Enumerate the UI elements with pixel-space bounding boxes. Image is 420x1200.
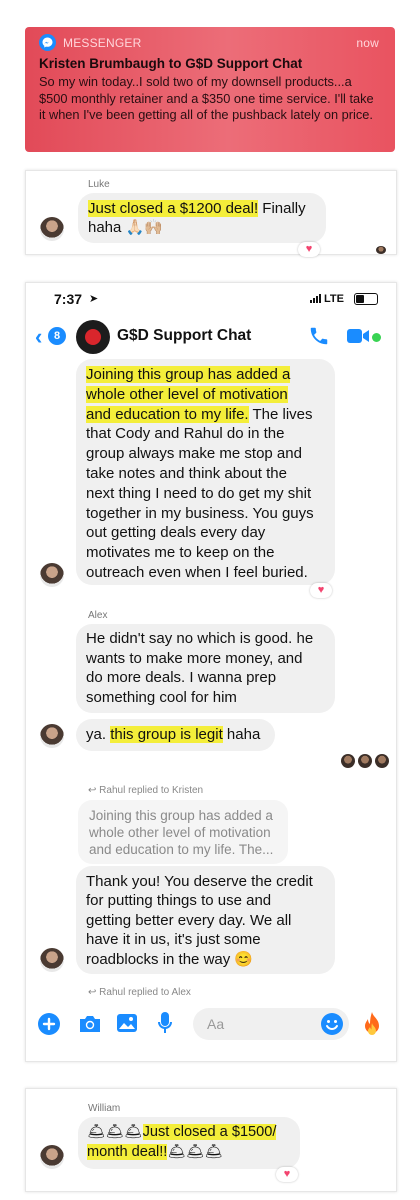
highlighted-text: Joining this group has added a [86, 366, 291, 383]
status-bar: 7:37 ➤ LTE [26, 283, 396, 317]
location-arrow-icon: ➤ [89, 293, 99, 305]
microphone-icon[interactable] [157, 1011, 173, 1035]
bell-emoji-icon: 🛎🛎🛎 [167, 1143, 223, 1160]
seen-avatar [341, 754, 355, 768]
message-text: getting better every day. We all [86, 911, 292, 929]
reply-label-text: Rahul replied to Kristen [99, 785, 204, 796]
message-text: Thank you! You deserve the credit [86, 873, 313, 890]
notification-body: So my win today..I sold two of my downse… [39, 74, 374, 122]
notification-title: Kristen Brumbaugh to G$D Support Chat [39, 56, 303, 71]
quote-text: and education to my life. The... [89, 842, 274, 857]
message-text: motivates me to keep on the [86, 544, 275, 562]
message-bubble[interactable]: Thank you! You deserve the credit for pu… [76, 866, 335, 974]
notification-app-name: MESSENGER [63, 36, 142, 50]
message-text: ya. [86, 726, 111, 743]
message-text: haha 🙏🏻🙌🏼 [88, 219, 163, 236]
plus-icon[interactable] [38, 1013, 60, 1035]
message-text: together in my business. You guys [86, 504, 314, 522]
network-type: LTE [324, 293, 344, 305]
notification-header: MESSENGER now [39, 34, 381, 52]
message-text: do more deals. I wanna prep [86, 669, 277, 686]
message-bubble[interactable]: Just closed a $1200 deal! Finally haha 🙏… [78, 193, 326, 243]
seen-avatar [358, 754, 372, 768]
message-text: outreach even when I feel buried. [86, 563, 308, 581]
avatar [40, 948, 64, 972]
emoji-icon[interactable] [320, 1012, 344, 1036]
message-bubble[interactable]: ya. this group is legit haha [76, 719, 275, 751]
message-text: next thing I need to do get my shit [86, 484, 312, 502]
battery-icon [354, 293, 378, 305]
seen-avatar [375, 754, 389, 768]
message-text: out getting deals every day [86, 524, 266, 542]
message-input-placeholder: Aa [207, 1016, 225, 1032]
message-text: for putting things to use and [86, 892, 272, 910]
camera-icon[interactable] [78, 1014, 102, 1034]
reply-arrow-icon: ↩ [88, 987, 100, 998]
highlighted-text: Just closed a $1200 deal! [88, 200, 259, 217]
bell-emoji-icon: 🛎🛎🛎 [87, 1124, 143, 1140]
william-message-card: William 🛎🛎🛎Just closed a $1500/ month de… [25, 1088, 397, 1192]
avatar [40, 724, 64, 748]
clock: 7:37 [54, 291, 83, 307]
message-text: take notes and think about the [86, 464, 287, 482]
sender-name: Alex [88, 610, 108, 621]
message-text: group always make me stop and [86, 445, 302, 463]
sender-name: Luke [88, 179, 110, 190]
heart-reaction[interactable]: ♥ [276, 1167, 298, 1182]
highlighted-text: whole other level of motivation [86, 385, 288, 403]
highlighted-text: Just closed a $1500/ [142, 1124, 277, 1140]
back-chevron-icon[interactable]: ‹ [35, 326, 42, 348]
highlighted-text: month deal!! [87, 1143, 168, 1160]
reply-label: ↩ Rahul replied to Kristen [88, 785, 203, 796]
message-bubble[interactable]: 🛎🛎🛎Just closed a $1500/ month deal!!🛎🛎🛎 [78, 1117, 300, 1169]
unread-count-badge[interactable]: 8 [48, 327, 66, 345]
message-input[interactable]: Aa [193, 1008, 349, 1040]
message-text: that Cody and Rahul do in the [86, 425, 285, 443]
heart-icon: ♥ [283, 1168, 291, 1180]
message-bubble[interactable]: He didn't say no which is good. he wants… [76, 624, 335, 713]
highlighted-text: this group is legit [110, 726, 223, 743]
message-text: have it in us, it's just some [86, 931, 261, 949]
messenger-notification[interactable]: MESSENGER now Kristen Brumbaugh to G$D S… [25, 27, 395, 152]
heart-reaction[interactable]: ♥ [310, 583, 332, 598]
quote-text: Joining this group has added a [89, 808, 273, 823]
message-text: He didn't say no which is good. he [86, 630, 314, 647]
message-text: haha [222, 726, 261, 743]
luke-message-card: Luke Just closed a $1200 deal! Finally h… [25, 170, 397, 257]
chat-header: ‹ 8 G$D Support Chat [26, 317, 396, 359]
heart-icon: ♥ [305, 243, 313, 255]
video-call-icon[interactable] [347, 327, 371, 345]
heart-reaction[interactable]: ♥ [298, 242, 320, 257]
chat-title[interactable]: G$D Support Chat [117, 327, 251, 345]
message-bubble[interactable]: Joining this group has added a whole oth… [76, 359, 335, 585]
quoted-message[interactable]: Joining this group has added a whole oth… [78, 800, 288, 864]
fire-icon[interactable] [362, 1011, 382, 1037]
photo-icon[interactable] [116, 1013, 138, 1033]
reply-label: ↩ Rahul replied to Alex [88, 987, 191, 998]
avatar [40, 1145, 64, 1169]
group-avatar[interactable] [76, 320, 110, 354]
seen-avatar [376, 246, 386, 254]
messenger-icon [39, 34, 56, 51]
message-text: The lives [248, 405, 313, 423]
message-text: roadblocks in the way 😊 [86, 950, 254, 968]
chat-screen: 7:37 ➤ LTE ‹ 8 G$D Support Chat Joining … [25, 282, 397, 1062]
online-indicator [372, 333, 381, 342]
message-text: Finally [258, 200, 306, 217]
avatar [40, 217, 64, 241]
phone-icon[interactable] [308, 325, 330, 347]
avatar [40, 563, 64, 587]
quote-text: whole other level of motivation [89, 825, 271, 840]
reply-label-text: Rahul replied to Alex [99, 987, 191, 998]
sender-name: William [88, 1103, 121, 1114]
highlighted-text: and education to my life. [86, 405, 249, 423]
message-text: wants to make more money, and [86, 649, 303, 667]
reply-arrow-icon: ↩ [88, 785, 100, 796]
message-text: something cool for him [86, 688, 237, 706]
heart-icon: ♥ [317, 584, 325, 596]
signal-icon [310, 294, 324, 303]
notification-time: now [356, 36, 379, 50]
